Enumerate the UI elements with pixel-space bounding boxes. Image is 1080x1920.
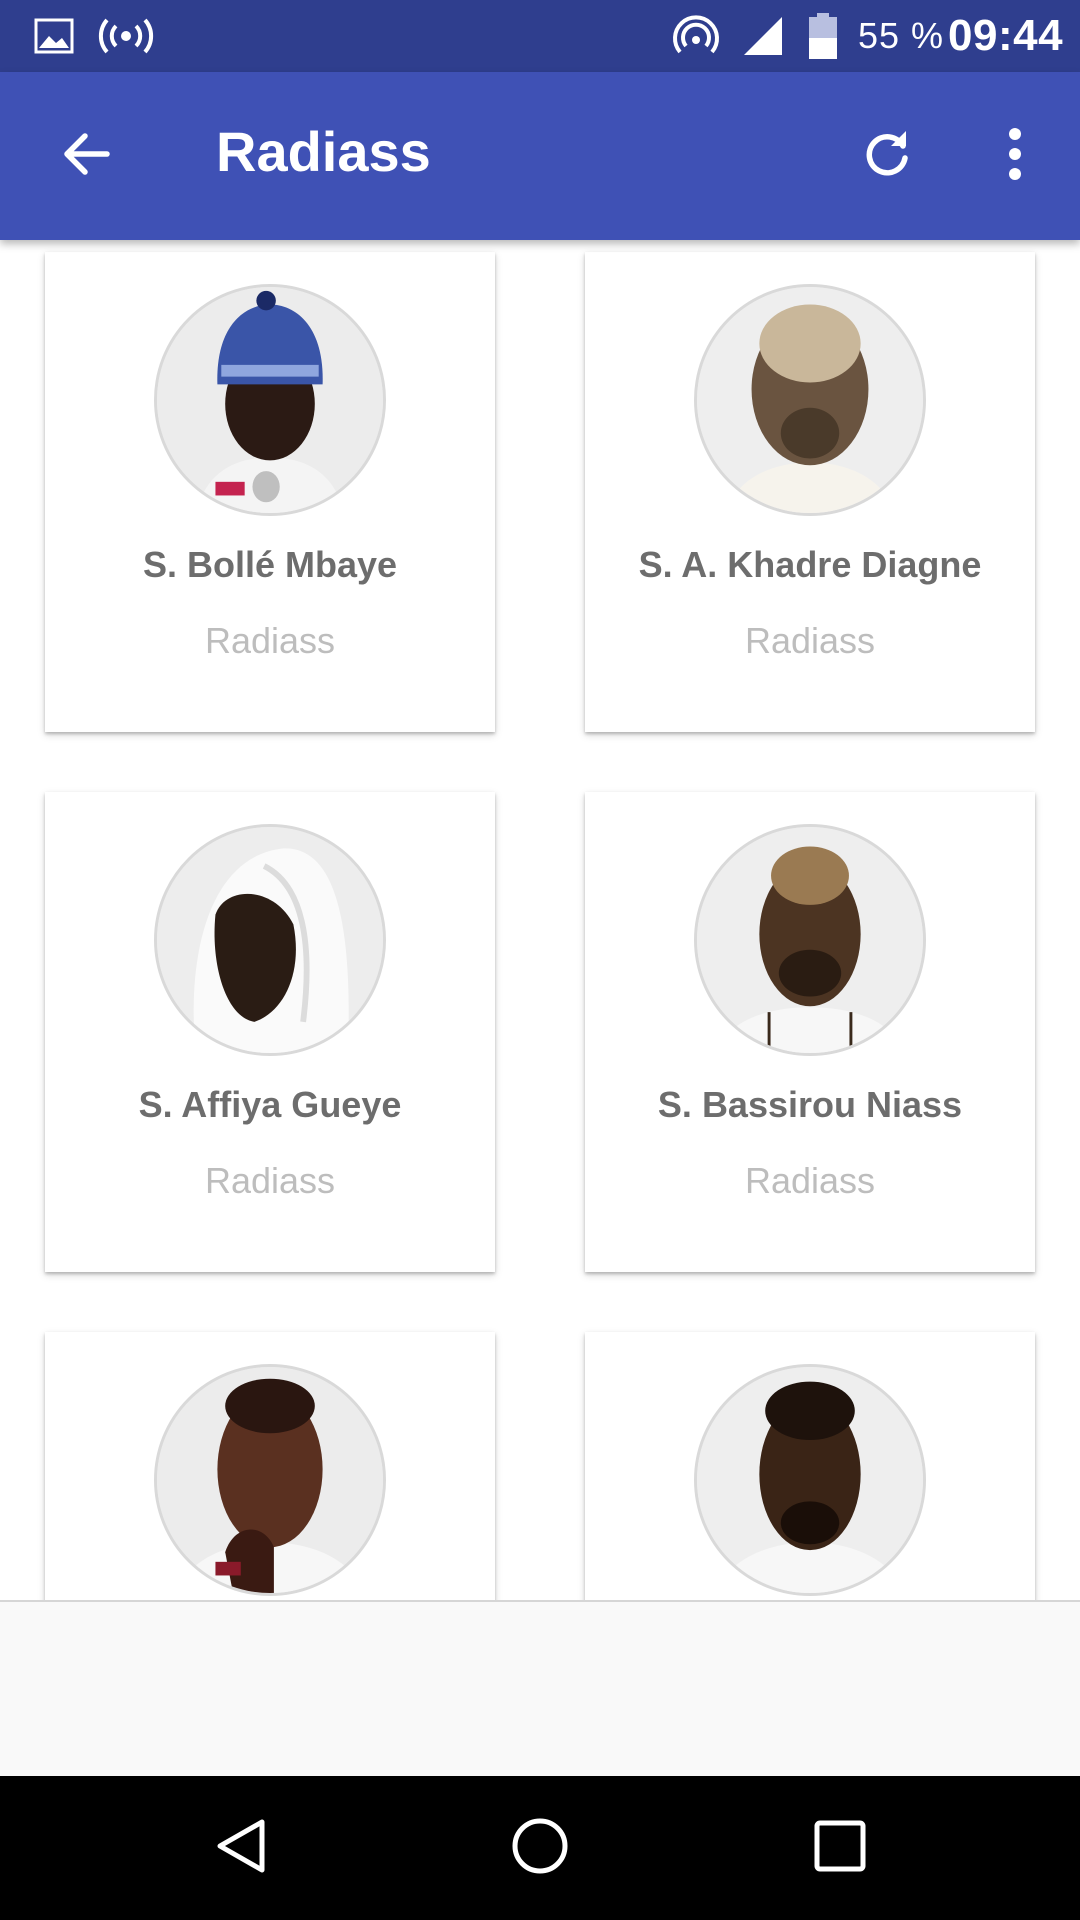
scholar-grid[interactable]: S. Bollé Mbaye Radiass S. A. Khadre Diag… [0, 240, 1080, 1600]
card-name: S. Bollé Mbaye [142, 544, 398, 585]
card-name: S. Affiya Gueye [138, 1084, 402, 1125]
app-bar: Radiass [0, 72, 1080, 240]
portrait-white-headscarf [157, 827, 383, 1053]
arrow-left-icon [59, 130, 111, 183]
clock: 09:44 [948, 11, 1064, 60]
portrait-looking-down [697, 1367, 923, 1593]
battery-percentage: 55 % [858, 15, 945, 56]
avatar [154, 1364, 386, 1596]
portrait-hand-chin [157, 1367, 383, 1593]
card-subtitle: Radiass [204, 620, 336, 661]
battery-icon [808, 0, 838, 72]
card-subtitle: Radiass [744, 620, 876, 661]
more-vert-icon [1007, 127, 1023, 185]
page-title: Radiass [216, 120, 431, 183]
signal-icon [740, 0, 786, 72]
bottom-panel [0, 1600, 1080, 1776]
nav-back-button[interactable] [180, 1776, 300, 1920]
card-name: S. A. Khadre Diagne [638, 544, 982, 585]
avatar [694, 824, 926, 1056]
scholar-card[interactable] [585, 1332, 1035, 1600]
portrait-bald [697, 287, 923, 513]
refresh-button[interactable] [842, 72, 932, 240]
more-options-button[interactable] [970, 72, 1060, 240]
scholar-card[interactable]: S. Affiya Gueye Radiass [45, 792, 495, 1272]
back-button[interactable] [40, 72, 130, 240]
avatar [694, 1364, 926, 1596]
nav-back-icon [212, 1816, 268, 1881]
nav-recents-button[interactable] [780, 1776, 900, 1920]
avatar [154, 284, 386, 516]
scholar-card[interactable] [45, 1332, 495, 1600]
scholar-card[interactable]: S. Bollé Mbaye Radiass [45, 252, 495, 732]
status-bar: 55 % 09:44 [0, 0, 1080, 72]
avatar [154, 824, 386, 1056]
wifi-icon [672, 0, 720, 72]
refresh-icon [861, 128, 913, 185]
portrait-blue-hat [157, 287, 383, 513]
scholar-card[interactable]: S. Bassirou Niass Radiass [585, 792, 1035, 1272]
portrait-bald [697, 827, 923, 1053]
nav-home-button[interactable] [480, 1776, 600, 1920]
card-subtitle: Radiass [744, 1160, 876, 1201]
card-subtitle: Radiass [204, 1160, 336, 1201]
avatar [694, 284, 926, 516]
scholar-card[interactable]: S. A. Khadre Diagne Radiass [585, 252, 1035, 732]
hotspot-icon [98, 0, 154, 72]
card-name: S. Bassirou Niass [657, 1084, 963, 1125]
nav-recents-icon [812, 1818, 868, 1879]
nav-home-icon [510, 1816, 570, 1881]
system-nav-bar [0, 1776, 1080, 1920]
gallery-icon [34, 0, 74, 72]
